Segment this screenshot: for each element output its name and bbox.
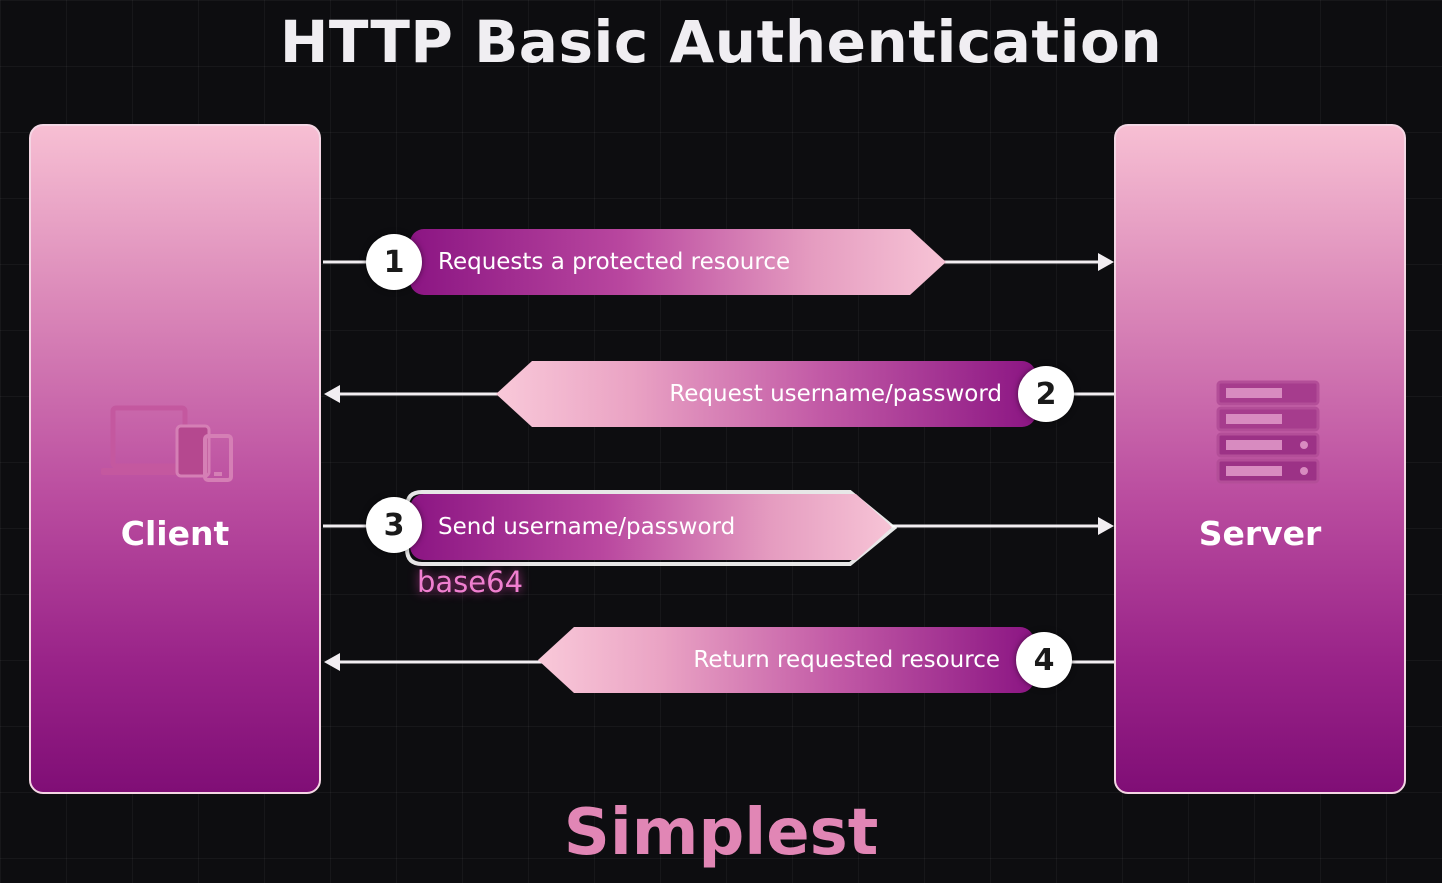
flow-connectors (323, 253, 1114, 671)
step-4-label: Return requested resource (693, 647, 1000, 673)
step-2-arrow: Request username/password (496, 361, 1036, 427)
step-3-arrow: Send username/password (410, 494, 892, 560)
arrowhead-step-2 (324, 385, 340, 403)
step-4-badge: 4 (1016, 632, 1072, 688)
arrowhead-step-3 (1098, 517, 1114, 535)
step-3-badge: 3 (366, 497, 422, 553)
step-2-label: Request username/password (669, 381, 1002, 407)
footer-caption: Simplest (563, 796, 879, 870)
arrowhead-step-1 (1098, 253, 1114, 271)
step-4-arrow: Return requested resource (538, 627, 1034, 693)
step-3-label: Send username/password (438, 514, 736, 540)
step-1-label: Requests a protected resource (438, 249, 791, 275)
step-1-arrow: Requests a protected resource (410, 229, 946, 295)
encoding-note: base64 (417, 565, 524, 599)
arrowhead-step-4 (324, 653, 340, 671)
step-2-badge: 2 (1018, 366, 1074, 422)
step-1-badge: 1 (366, 234, 422, 290)
